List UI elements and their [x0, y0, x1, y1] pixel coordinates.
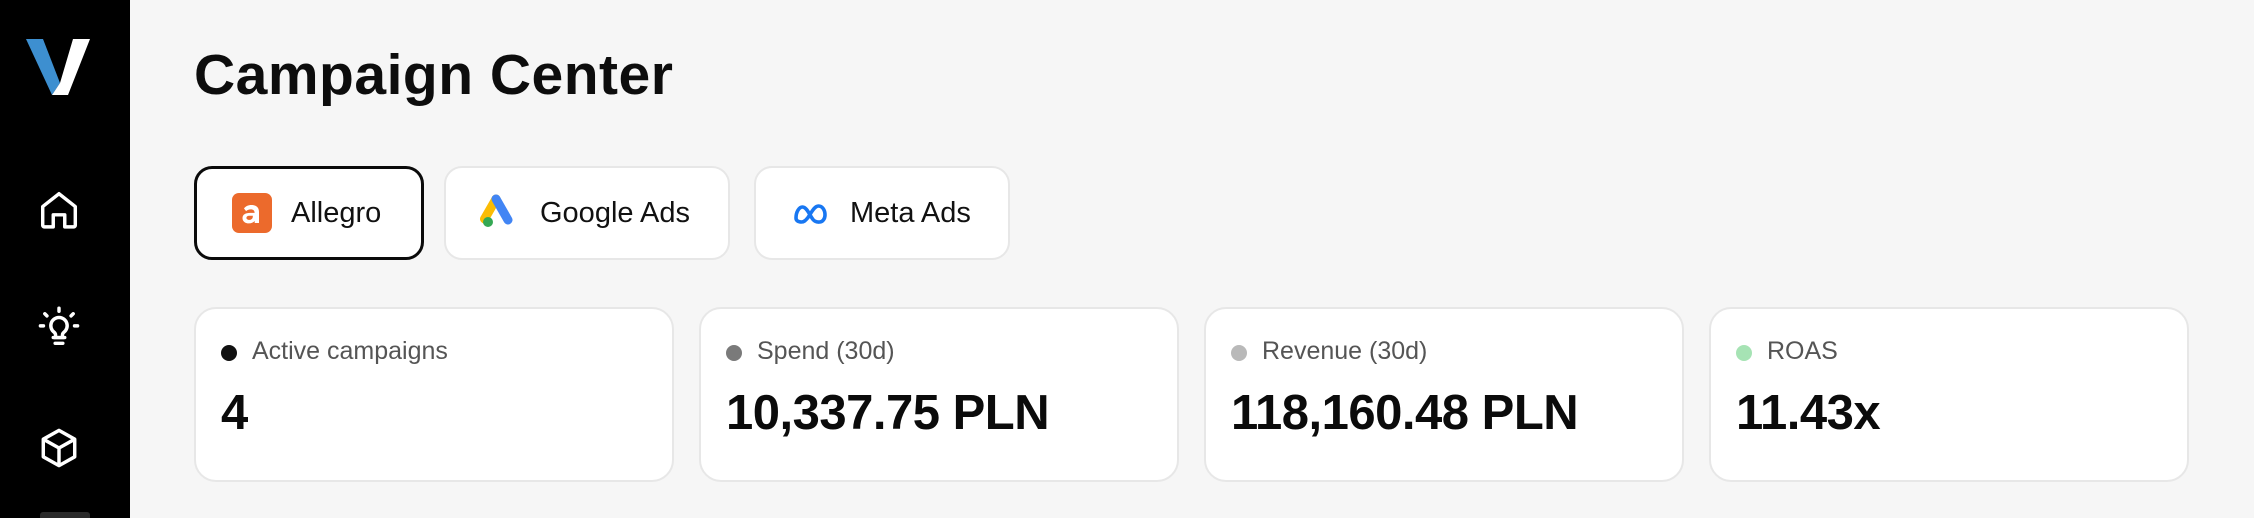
home-icon: [40, 191, 78, 229]
status-dot: [221, 345, 237, 361]
main-content: Campaign Center Allegro Google Ads Meta …: [130, 0, 2254, 518]
sidebar: [0, 0, 130, 518]
stat-value: 11.43x: [1736, 386, 1881, 440]
stat-value: 118,160.48 PLN: [1231, 386, 1579, 440]
tab-label: Allegro: [291, 196, 382, 229]
status-dot: [1231, 345, 1247, 361]
stat-value: 10,337.75 PLN: [726, 386, 1050, 440]
tab-label: Meta Ads: [850, 196, 971, 229]
sidebar-item-products[interactable]: [29, 418, 89, 478]
allegro-icon: [231, 192, 273, 234]
stat-label: ROAS: [1767, 337, 1838, 365]
page-title: Campaign Center: [194, 43, 674, 107]
stat-card-revenue: Revenue (30d) 118,160.48 PLN: [1204, 307, 1684, 482]
stat-label: Revenue (30d): [1262, 337, 1428, 365]
stat-value: 4: [221, 386, 248, 440]
google-ads-icon: [480, 192, 522, 234]
meta-icon: [790, 192, 832, 234]
stat-card-roas: ROAS 11.43x: [1709, 307, 2189, 482]
cube-icon: [41, 428, 77, 468]
tab-meta-ads[interactable]: Meta Ads: [754, 166, 1010, 260]
status-dot: [726, 345, 742, 361]
app-logo[interactable]: [26, 37, 90, 97]
logo-v-icon: [26, 39, 90, 95]
sidebar-item-ideas[interactable]: [29, 297, 89, 357]
status-dot: [1736, 345, 1752, 361]
stat-card-spend: Spend (30d) 10,337.75 PLN: [699, 307, 1179, 482]
tab-google-ads[interactable]: Google Ads: [444, 166, 730, 260]
stat-card-active-campaigns: Active campaigns 4: [194, 307, 674, 482]
tab-label: Google Ads: [540, 196, 690, 229]
stat-label: Active campaigns: [252, 337, 448, 365]
stat-label: Spend (30d): [757, 337, 895, 365]
lightbulb-icon: [38, 306, 80, 346]
sidebar-scroll-hint: [40, 512, 90, 518]
sidebar-item-home[interactable]: [29, 180, 89, 240]
tab-allegro[interactable]: Allegro: [194, 166, 424, 260]
